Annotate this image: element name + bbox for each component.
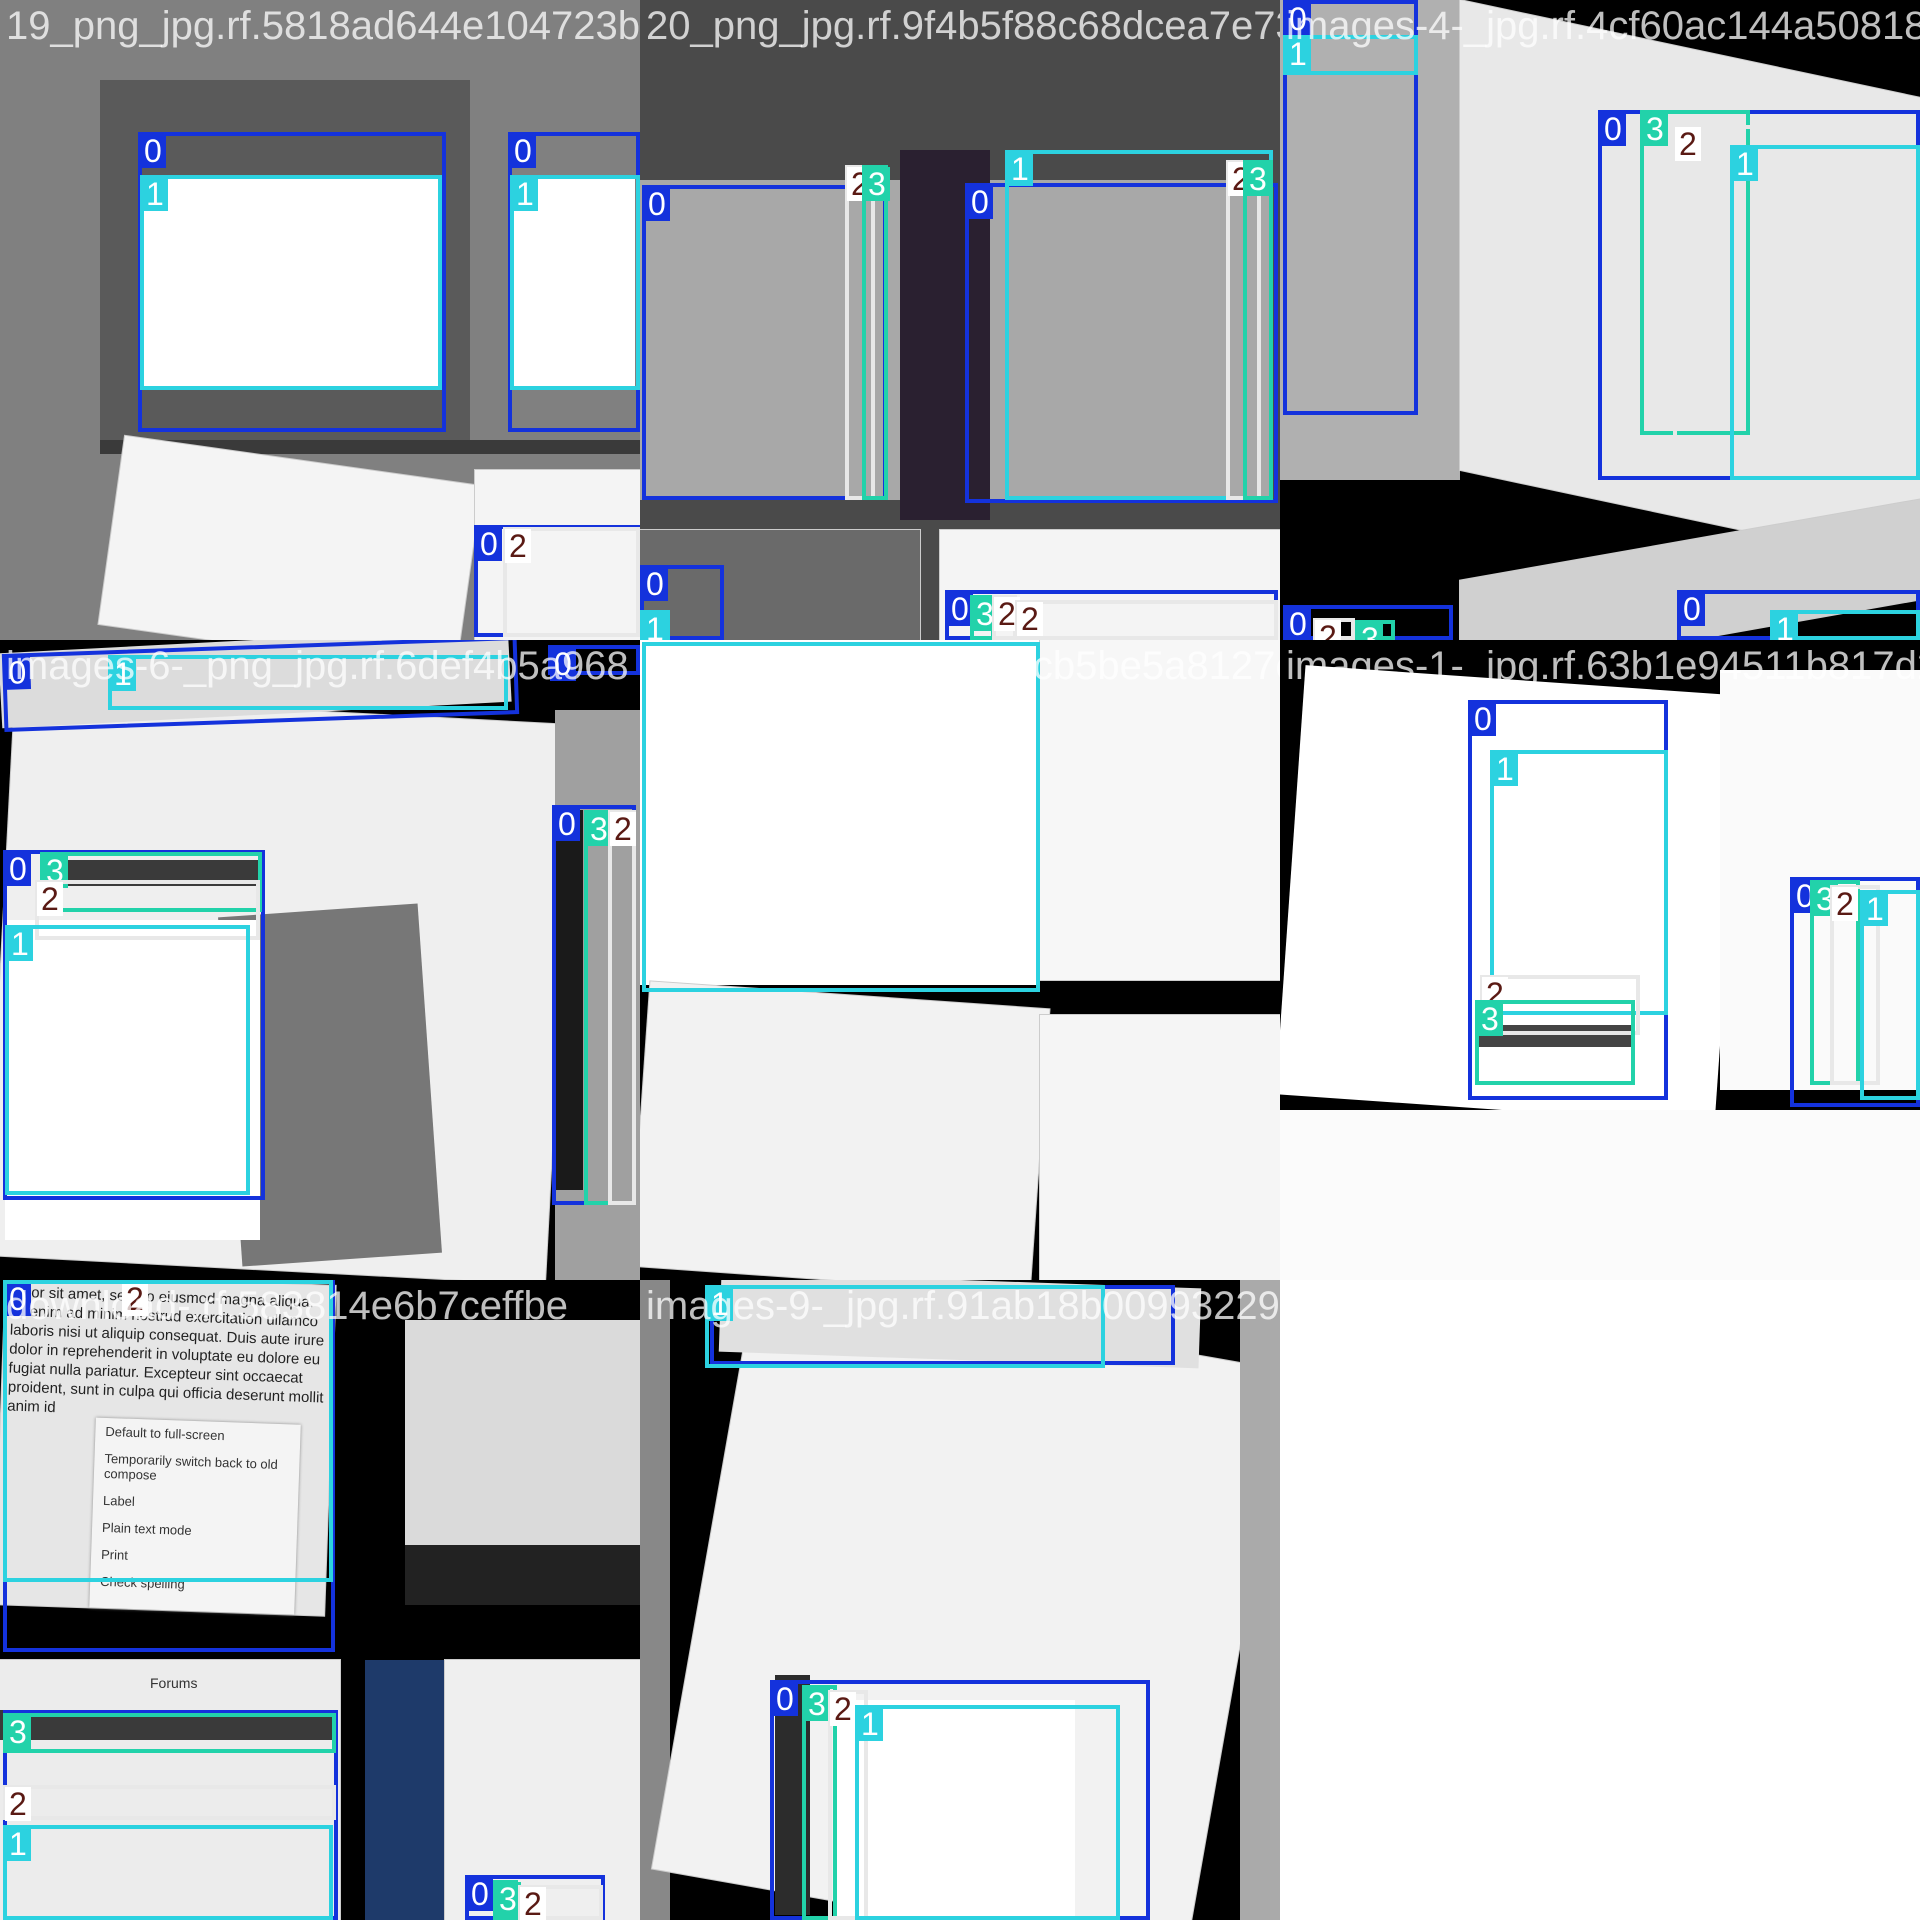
mosaic-tile-3: 0 1 0 3 2 1 0 2 3 0 1 images-4-_jpg.rf.4… <box>1280 0 1920 640</box>
mosaic-tile-8: 1 0 3 2 1 images-9-_jpg.rf.91ab18b009932… <box>640 1280 1280 1920</box>
bbox-class-2: 2 <box>518 1885 603 1920</box>
tile-filename: images-1-_jpg.rf.63b1e94511b817d23 <box>1286 644 1920 688</box>
bbox-class-3: 3 <box>1355 620 1395 640</box>
mosaic-tile-4: 0 1 0 0 3 2 1 0 3 2 images-6-_png_jpg.rf… <box>0 640 640 1280</box>
bbox-class-2: 2 <box>503 527 640 637</box>
screenshot-bottom <box>1280 1110 1920 1280</box>
tile-filename: 20_png_jpg.rf.9f4b5f88c68dcea7e738 <box>646 4 1280 48</box>
mosaic-tile-5: download-1-_jpg.rf.3bcb5be5a8127e <box>640 640 1280 1280</box>
bbox-class-3: 3 <box>862 165 890 500</box>
mosaic-tile-2: 0 2 3 0 1 2 3 0 1 0 3 2 2 20_png_jpg.rf.… <box>640 0 1280 640</box>
mosaic-tile-7: dolor sit amet, sed do eiusmod magna ali… <box>0 1280 640 1920</box>
bbox-class-1: 1 <box>3 1825 333 1920</box>
bbox-class-3: 3 <box>1243 160 1273 500</box>
bbox-class-1: 1 <box>510 175 640 390</box>
bbox-class-2: 2 <box>1313 618 1355 640</box>
mosaic-tile-6: 0 1 2 3 0 3 2 1 images-1-_jpg.rf.63b1e94… <box>1280 640 1920 1280</box>
mosaic-tile-1: 0 1 0 1 0 2 19_png_jpg.rf.5818ad644e1047… <box>0 0 640 640</box>
bbox-class-2: 2 <box>3 1785 336 1821</box>
bbox-class-2: 2 <box>608 810 636 1205</box>
bbox-class-1: 1 <box>855 1705 1120 1920</box>
tile-filename: 19_png_jpg.rf.5818ad644e104723b4b <box>6 4 640 48</box>
rotated-screenshot <box>640 981 1050 1280</box>
bbox-class-3: 3 <box>3 1713 336 1753</box>
forums-label: Forums <box>150 1675 198 1691</box>
bbox-class-2: 2 <box>1015 600 1278 640</box>
bbox-class-1: 1 <box>640 610 670 640</box>
tile-filename: images-4-_jpg.rf.4cf60ac144a508180 <box>1286 4 1920 48</box>
bbox-class-1: 1 <box>1730 145 1920 480</box>
bbox-class-1: 1 <box>1770 610 1920 640</box>
tile-filename: images-9-_jpg.rf.91ab18b0099322920887d84… <box>646 1284 1280 1328</box>
right-edge <box>1240 1280 1280 1920</box>
bbox-class-3: 3 <box>1475 1000 1635 1085</box>
screenshot-bottom-right <box>1040 1015 1280 1280</box>
screenshot-right <box>1040 640 1280 980</box>
tile-filename: download-.rf.583814e6b7ceffbe <box>6 1284 568 1328</box>
rotated-screenshot <box>98 435 482 640</box>
bbox-class-3: 3 <box>493 1880 521 1920</box>
bbox-class-1: 1 <box>140 175 442 390</box>
bbox-class-1: 1 <box>5 925 250 1195</box>
blue-sidebar <box>365 1660 445 1920</box>
mosaic-tile-empty <box>1280 1280 1920 1920</box>
side-dark-bar <box>405 1545 640 1605</box>
bbox-class-2: 2 <box>992 595 1020 640</box>
tile-filename: download-1-_jpg.rf.3bcb5be5a8127e <box>646 644 1280 688</box>
bbox-class-1: 1 <box>1860 890 1920 1100</box>
bbox-class-1 <box>642 642 1040 992</box>
tile-filename: images-6-_png_jpg.rf.6def4b5a968 <box>6 644 629 688</box>
